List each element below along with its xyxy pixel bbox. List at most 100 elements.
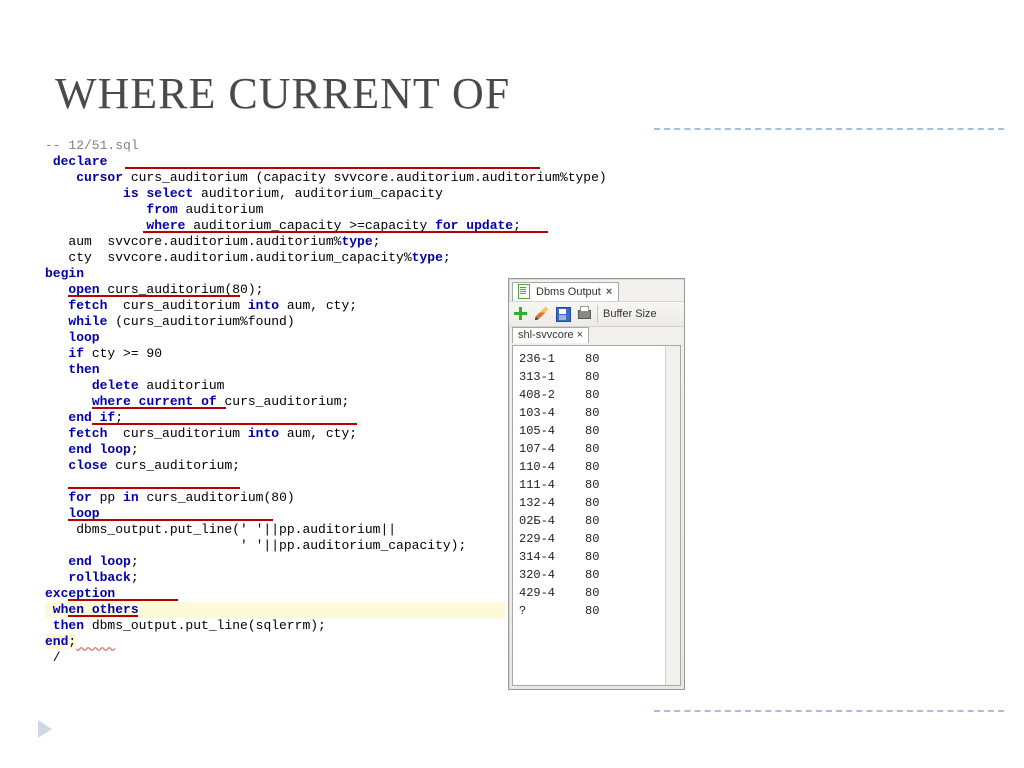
kw-declare: declare: [53, 154, 108, 169]
output-body: 236-180313-180408-280103-480105-480107-4…: [512, 345, 681, 686]
kw-for: for: [68, 490, 91, 505]
code-comment: -- 12/51.sql: [45, 138, 139, 153]
kw-into: into: [248, 298, 279, 313]
panel-tab-label: Dbms Output: [536, 286, 601, 298]
kw-then: then: [45, 618, 84, 633]
kw-delete: delete: [92, 378, 139, 393]
kw-then: then: [68, 362, 99, 377]
scrollbar[interactable]: [665, 346, 680, 685]
save-icon[interactable]: [555, 306, 571, 322]
underline: [68, 599, 178, 601]
code-text: ;: [131, 554, 139, 569]
code-text: auditorium: [139, 378, 225, 393]
output-value: 80: [585, 440, 599, 458]
kw-is: is: [123, 186, 139, 201]
output-key: 111-4: [519, 476, 585, 494]
code-text: auditorium: [178, 202, 264, 217]
output-row: 320-480: [519, 566, 674, 584]
kw-from: from: [146, 202, 177, 217]
underline: [92, 423, 357, 425]
kw-cursor: cursor: [76, 170, 123, 185]
output-value: 80: [585, 404, 599, 422]
output-value: 80: [585, 458, 599, 476]
code-text: ;: [373, 234, 381, 249]
toolbar-separator: [597, 305, 598, 323]
output-key: 110-4: [519, 458, 585, 476]
code-text: (curs_auditorium%found): [107, 314, 294, 329]
code-text: ' '||pp.auditorium_capacity);: [45, 538, 466, 553]
output-row: 107-480: [519, 440, 674, 458]
output-key: 320-4: [519, 566, 585, 584]
code-text: aum, cty;: [279, 426, 357, 441]
output-key: 107-4: [519, 440, 585, 458]
output-row: 236-180: [519, 350, 674, 368]
slide-title: WHERE CURRENT OF: [55, 68, 510, 119]
edit-icon[interactable]: [534, 306, 550, 322]
output-value: 80: [585, 512, 599, 530]
add-icon[interactable]: [513, 306, 529, 322]
kw-close: close: [68, 458, 107, 473]
kw-while: while: [68, 314, 107, 329]
output-value: 80: [585, 368, 599, 386]
output-key: 103-4: [519, 404, 585, 422]
output-value: 80: [585, 584, 599, 602]
underline: [68, 519, 273, 521]
code-text: aum svvcore.auditorium.auditorium%: [45, 234, 341, 249]
code-text: aum, cty;: [279, 298, 357, 313]
close-icon[interactable]: ×: [606, 286, 612, 298]
output-key: 313-1: [519, 368, 585, 386]
output-row: 02Б-480: [519, 512, 674, 530]
output-key: 429-4: [519, 584, 585, 602]
kw-rollback: rollback: [68, 570, 130, 585]
kw-loop: loop: [100, 554, 131, 569]
output-value: 80: [585, 530, 599, 548]
code-text: dbms_output.put_line(' '||pp.auditorium|…: [45, 522, 396, 537]
code-text: /: [45, 650, 61, 665]
output-key: 408-2: [519, 386, 585, 404]
output-row: 313-180: [519, 368, 674, 386]
kw-begin: begin: [45, 266, 84, 281]
code-text: curs_auditorium: [107, 298, 247, 313]
underline: [68, 295, 240, 297]
output-row: 110-480: [519, 458, 674, 476]
kw-loop: loop: [100, 442, 131, 457]
kw-loop: loop: [68, 330, 99, 345]
output-row: 105-480: [519, 422, 674, 440]
buffer-size-label: Buffer Size: [603, 308, 657, 320]
kw-fetch: fetch: [68, 426, 107, 441]
connection-tab[interactable]: shl-svvcore ×: [512, 327, 589, 343]
divider-top: [654, 128, 1004, 130]
output-value: 80: [585, 494, 599, 512]
code-text: curs_auditorium (capacity svvcore.audito…: [123, 170, 607, 185]
output-row: 132-480: [519, 494, 674, 512]
underline: [143, 231, 548, 233]
page-icon: [517, 284, 533, 300]
kw-fetch: fetch: [68, 298, 107, 313]
print-icon[interactable]: [576, 306, 592, 322]
code-text: cty svvcore.auditorium.auditorium_capaci…: [45, 250, 412, 265]
code-text: ;: [443, 250, 451, 265]
divider-bottom: [654, 710, 1004, 712]
code-text: ;: [131, 442, 139, 457]
code-text: curs_auditorium;: [107, 458, 240, 473]
output-key: ?: [519, 602, 585, 620]
code-text: curs_auditorium: [107, 426, 247, 441]
code-text: curs_auditorium;: [217, 394, 350, 409]
kw-into: into: [248, 426, 279, 441]
kw-end: end: [45, 634, 68, 649]
slide-marker-icon: [38, 720, 52, 738]
output-key: 105-4: [519, 422, 585, 440]
output-key: 236-1: [519, 350, 585, 368]
code-text: pp: [92, 490, 123, 505]
dbms-output-panel: Dbms Output × Buffer Size shl-svvcore × …: [508, 278, 685, 690]
output-row: 429-480: [519, 584, 674, 602]
kw-end: end: [68, 554, 91, 569]
panel-tab[interactable]: Dbms Output ×: [512, 282, 619, 302]
kw-type: type: [341, 234, 372, 249]
kw-in: in: [123, 490, 139, 505]
output-value: 80: [585, 386, 599, 404]
connection-label: shl-svvcore: [518, 329, 574, 341]
close-icon[interactable]: ×: [577, 329, 583, 341]
output-list: 236-180313-180408-280103-480105-480107-4…: [513, 346, 680, 624]
output-row: 111-480: [519, 476, 674, 494]
